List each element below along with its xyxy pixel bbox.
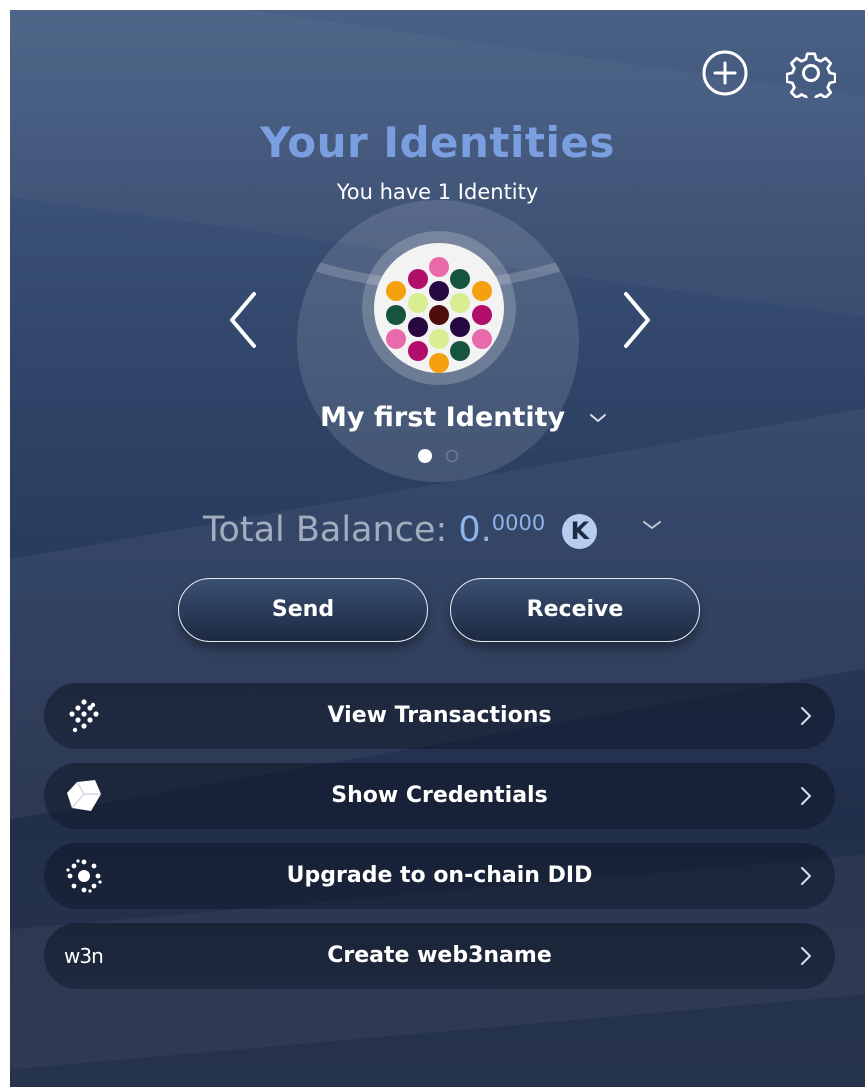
gear-icon	[785, 52, 837, 104]
balance-decimals: 0000	[491, 511, 546, 535]
avatar-dot	[429, 281, 449, 301]
chevron-down-icon	[643, 521, 661, 529]
avatar-dot	[408, 293, 428, 313]
avatar-dot	[386, 329, 406, 349]
row-label: Create web3name	[327, 943, 552, 968]
add-identity-button[interactable]	[700, 48, 750, 98]
avatar-dot	[408, 269, 428, 289]
balance-menu-chevron[interactable]	[641, 517, 663, 531]
total-balance: Total Balance: 0.0000 K	[203, 500, 598, 550]
carousel-dot[interactable]	[446, 450, 458, 462]
carousel-dot-active[interactable]	[418, 449, 432, 463]
avatar-dot	[450, 293, 470, 313]
balance-amount: 0.	[458, 510, 492, 550]
avatar-dot	[472, 305, 492, 325]
identity-avatar[interactable]	[374, 243, 504, 373]
avatar-dot	[386, 305, 406, 325]
identities-screen: Your Identities You have 1 Identity My f…	[10, 10, 865, 1087]
next-identity-button[interactable]	[616, 290, 656, 350]
view-transactions-row[interactable]: View Transactions	[44, 683, 835, 749]
avatar-dot	[450, 269, 470, 289]
avatar-dot	[472, 329, 492, 349]
avatar-dot	[472, 281, 492, 301]
balance-label: Total Balance:	[203, 510, 448, 550]
avatar-dot	[386, 281, 406, 301]
row-label: Upgrade to on-chain DID	[286, 863, 593, 888]
avatar-dot	[429, 329, 449, 349]
settings-button[interactable]	[785, 48, 837, 104]
page-title: Your Identities	[260, 118, 615, 167]
avatar-dot	[450, 341, 470, 361]
identity-menu-chevron[interactable]	[588, 410, 608, 424]
avatar-dot	[450, 317, 470, 337]
previous-identity-button[interactable]	[224, 290, 264, 350]
avatar-dot	[429, 353, 449, 373]
send-button[interactable]: Send	[178, 578, 428, 642]
show-credentials-row[interactable]: Show Credentials	[44, 763, 835, 829]
create-web3name-row[interactable]: w3n Create web3name	[44, 923, 835, 989]
identity-name[interactable]: My first Identity	[320, 400, 565, 436]
avatar-dot	[408, 317, 428, 337]
chevron-left-icon	[230, 292, 256, 348]
avatar-dot	[429, 305, 449, 325]
kilt-coin-icon: K	[562, 514, 598, 549]
avatar-dot	[408, 341, 428, 361]
row-label: Show Credentials	[331, 783, 548, 808]
receive-button[interactable]: Receive	[450, 578, 700, 642]
chevron-right-icon	[801, 787, 811, 805]
chevron-right-icon	[624, 292, 650, 348]
chevron-right-icon	[801, 867, 811, 885]
plus-circle-icon	[702, 50, 748, 96]
chevron-right-icon	[801, 947, 811, 965]
chevron-right-icon	[801, 707, 811, 725]
row-label: View Transactions	[327, 703, 552, 728]
upgrade-did-row[interactable]: Upgrade to on-chain DID	[44, 843, 835, 909]
chevron-down-icon	[590, 414, 606, 422]
avatar-dot	[429, 257, 449, 277]
